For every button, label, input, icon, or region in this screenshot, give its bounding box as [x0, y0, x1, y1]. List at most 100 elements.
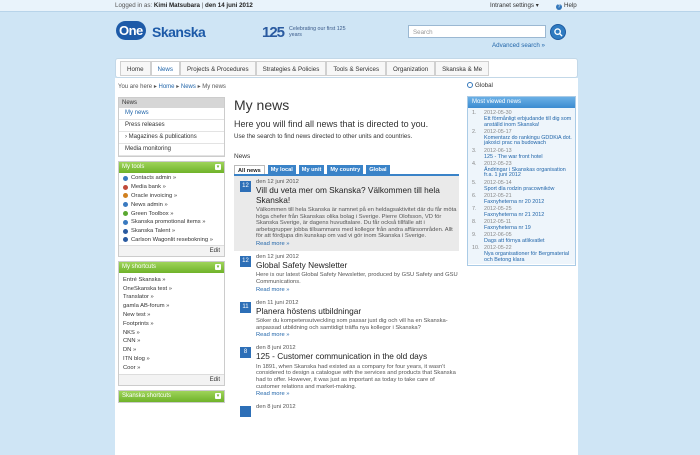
news-title[interactable]: 125 - Customer communication in the old … [256, 352, 459, 362]
nav-organization[interactable]: Organization [386, 61, 436, 76]
most-viewed-item[interactable]: 4. 2012-05-23 Ändringar i Skanskas organis… [468, 161, 575, 180]
collapse-icon[interactable]: ▾ [215, 164, 221, 170]
main-nav: Home News Projects & Procedures Strategi… [115, 58, 578, 78]
nav-skanska-me[interactable]: Skanska & Me [435, 61, 490, 76]
most-viewed-item[interactable]: 8. 2012-05-11 Faxnyheterna nr 19 [468, 219, 575, 232]
shortcut-link[interactable]: Footprints » [119, 319, 224, 328]
tool-link[interactable]: Carlson Wagonlit resebokning » [119, 236, 224, 245]
most-viewed-item[interactable]: 1. 2012-05-30 Ett förmånligt erbjudande ti… [468, 110, 575, 129]
sidebar-item-my-news[interactable]: My news [119, 108, 224, 120]
item-title[interactable]: Komentarz do rankingu GDDKiA dot. jakośc… [484, 135, 572, 148]
news-title[interactable]: Vill du veta mer om Skanska? Välkommen t… [256, 185, 459, 205]
breadcrumb-home[interactable]: Home [159, 84, 175, 90]
nav-home[interactable]: Home [120, 61, 151, 76]
rank-number: 5. [472, 179, 477, 186]
intranet-settings-menu[interactable]: Intranet settings ▾ [490, 2, 539, 9]
advanced-search-link[interactable]: Advanced search » [492, 42, 545, 49]
rank-number: 7. [472, 205, 477, 212]
search-button[interactable] [550, 24, 566, 40]
news-title[interactable]: Global Safety Newsletter [256, 260, 459, 271]
most-viewed-item[interactable]: 7. 2012-05-25 Faxnyheterna nr 21 2012 [468, 205, 575, 219]
item-title[interactable]: Sport dla rodzin pracowników [484, 186, 572, 193]
item-title[interactable]: Dags att förnya atlikvatlet [484, 238, 572, 245]
shortcut-link[interactable]: NKS » [119, 328, 224, 337]
search-input[interactable]: Search [408, 25, 546, 38]
shortcut-link[interactable]: Coor » [119, 363, 224, 372]
breadcrumb-news[interactable]: News [181, 84, 196, 90]
tool-link[interactable]: Oracle invoicing » [119, 192, 224, 201]
shortcut-link[interactable]: ITN blog » [119, 355, 224, 364]
rank-number: 1. [472, 110, 477, 116]
my-tools-header[interactable]: My tools ▾ [119, 162, 224, 173]
help-icon: ? [556, 4, 562, 10]
breadcrumb: You are here ▸ Home ▸ News ▸ My news [118, 84, 226, 90]
global-filter[interactable]: Global [467, 82, 576, 94]
tab-all-news[interactable]: All news [234, 165, 265, 174]
most-viewed-item[interactable]: 9. 2012-06-05 Dags att förnya atlikvatlet [468, 232, 575, 245]
help-link[interactable]: ? Help [556, 2, 577, 10]
shortcut-link[interactable]: Entré Skanska » [119, 275, 224, 284]
right-column: Global Most viewed news 1. 2012-05-30 Ett … [467, 82, 576, 267]
item-title[interactable]: Ett förmånligt erbjudande till dig som a… [484, 116, 572, 129]
main-column: My news Here you will find all news that… [234, 95, 459, 418]
tool-link[interactable]: Contacts admin » [119, 174, 224, 183]
sidebar-item-magazines[interactable]: › Magazines & publications [119, 132, 224, 144]
tool-link[interactable]: Media bank » [119, 183, 224, 192]
item-title[interactable]: Nya organisationer för Bergmaterial och … [484, 251, 572, 264]
oneskanska-logo[interactable]: One Skanska [116, 21, 206, 45]
read-more-link[interactable]: Read more » [256, 391, 459, 397]
item-title[interactable]: Faxnyheterna nr 20 2012 [484, 199, 572, 206]
page-subtitle: Use the search to find news directed to … [234, 133, 413, 140]
news-summary: Söker du kompetensutveckling som passar … [256, 318, 448, 331]
tab-global[interactable]: Global [366, 165, 390, 174]
nav-tools[interactable]: Tools & Services [326, 61, 387, 76]
date-badge: 11 [240, 301, 251, 313]
shortcut-link[interactable]: New test » [119, 311, 224, 320]
shortcut-link[interactable]: Translator » [119, 293, 224, 302]
news-date: den 11 juni 2012 [256, 299, 299, 306]
most-viewed-item[interactable]: 5. 2012-05-14 Sport dla rodzin pracowników [468, 179, 575, 193]
collapse-icon[interactable]: ▾ [215, 264, 221, 271]
section-nav: News My news Press releases › Magazines … [118, 97, 225, 157]
sidebar-item-media-monitoring[interactable]: Media monitoring [119, 144, 224, 156]
item-title[interactable]: 125 - The war front hotel [484, 154, 572, 161]
collapse-icon[interactable]: ▾ [215, 393, 221, 400]
item-title[interactable]: Faxnyheterna nr 19 [484, 225, 572, 232]
my-shortcuts-header[interactable]: My shortcuts ▾ [119, 262, 224, 274]
tool-link[interactable]: Skanska promotional items » [119, 218, 224, 227]
news-summary: Here is our latest Global Safety Newslet… [256, 272, 458, 286]
my-shortcuts-box: My shortcuts ▾ Entré Skanska » OneSkanska… [118, 261, 225, 387]
tool-link[interactable]: Skanska Talent » [119, 227, 224, 236]
tab-my-unit[interactable]: My unit [298, 165, 325, 174]
top-bar: Logged in as: Kimi Matsubara | den 14 ju… [0, 0, 700, 12]
skanska-shortcuts-header[interactable]: Skanska shortcuts ▾ [119, 391, 224, 403]
tool-link[interactable]: Green Toolbox » [119, 209, 224, 218]
most-viewed-item[interactable]: 2. 2012-05-17 Komentarz do rankingu GDDKiA… [468, 129, 575, 148]
tab-my-local[interactable]: My local [267, 165, 296, 174]
edit-tools-button[interactable]: Edit [119, 245, 224, 257]
most-viewed-item[interactable]: 3. 2012-06-13 125 - The war front hotel [468, 148, 575, 161]
shortcut-link[interactable]: CNN » [119, 337, 224, 346]
most-viewed-item[interactable]: 10. 2012-05-22 Nya organisationer för Berg… [468, 245, 575, 264]
tab-my-country[interactable]: My country [327, 165, 364, 174]
item-title[interactable]: Ändringar i Skanskas organisation fr.a. … [484, 167, 572, 180]
read-more-link[interactable]: Read more » [256, 332, 459, 338]
user-name[interactable]: Kimi Matsubara [154, 2, 200, 9]
date-badge [240, 406, 251, 418]
shortcut-link[interactable]: gamla AB-forum » [119, 302, 224, 311]
item-title[interactable]: Faxnyheterna nr 21 2012 [484, 212, 572, 219]
news-title[interactable]: Planera höstens utbildningar [256, 306, 459, 317]
nav-news[interactable]: News [150, 61, 180, 76]
nav-projects[interactable]: Projects & Procedures [180, 61, 256, 76]
nav-strategies[interactable]: Strategies & Policies [255, 61, 327, 76]
most-viewed-header: Most viewed news [468, 97, 575, 108]
shortcut-link[interactable]: OneSkanska test » [119, 284, 224, 293]
sidebar-item-press-releases[interactable]: Press releases [119, 120, 224, 132]
tool-link[interactable]: News admin » [119, 200, 224, 209]
edit-shortcuts-button[interactable]: Edit [119, 374, 224, 386]
shortcut-link[interactable]: DN » [119, 346, 224, 355]
read-more-link[interactable]: Read more » [256, 287, 459, 293]
rank-number: 8. [472, 219, 477, 226]
most-viewed-item[interactable]: 6. 2012-05-21 Faxnyheterna nr 20 2012 [468, 193, 575, 206]
read-more-link[interactable]: Read more » [256, 241, 459, 247]
